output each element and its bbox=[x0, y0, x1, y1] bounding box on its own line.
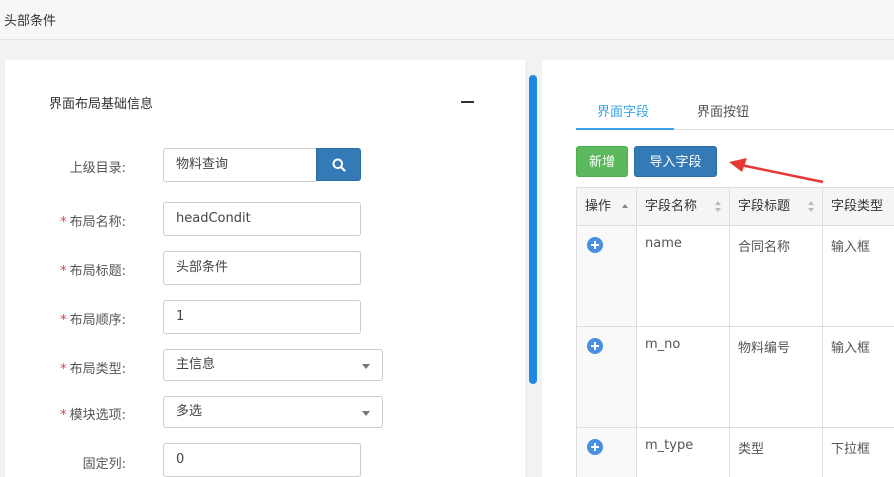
cell-field-type: 输入框 bbox=[823, 327, 894, 428]
fixed-cols-field[interactable]: 0 bbox=[163, 443, 361, 477]
cell-field-name: name bbox=[637, 226, 730, 327]
column-header-field-title[interactable]: 字段标题 bbox=[730, 188, 823, 226]
cell-field-type: 下拉框 bbox=[823, 428, 894, 477]
cell-field-type: 输入框 bbox=[823, 226, 894, 327]
search-button[interactable] bbox=[316, 148, 361, 181]
column-header-action[interactable]: 操作 bbox=[577, 188, 637, 226]
layout-name-label: * 布局名称: bbox=[60, 215, 126, 230]
cell-field-title: 合同名称 bbox=[730, 226, 823, 327]
collapse-icon[interactable] bbox=[461, 101, 474, 103]
scrollbar[interactable] bbox=[529, 75, 537, 384]
expand-plus-icon[interactable] bbox=[587, 338, 603, 354]
fixed-cols-label: 固定列: bbox=[82, 457, 126, 472]
expand-plus-icon[interactable] bbox=[587, 439, 603, 455]
cell-field-title: 类型 bbox=[730, 428, 823, 477]
import-fields-button[interactable]: 导入字段 bbox=[634, 146, 717, 177]
annotation-arrow-icon bbox=[729, 158, 824, 184]
cell-field-title: 物料编号 bbox=[730, 327, 823, 428]
top-bar: 头部条件 bbox=[0, 0, 894, 40]
tab-fields[interactable]: 界面字段 bbox=[597, 101, 649, 120]
column-header-field-type[interactable]: 字段类型 bbox=[823, 188, 894, 226]
column-header-field-name[interactable]: 字段名称 bbox=[637, 188, 730, 226]
parent-dir-label: 上级目录: bbox=[69, 161, 126, 176]
fields-table: 操作 字段名称 字段标题 字段类型 name 合同名称 输入框 m_no 物料编… bbox=[576, 187, 894, 477]
layout-order-field[interactable]: 1 bbox=[163, 300, 361, 334]
tab-buttons[interactable]: 界面按钮 bbox=[697, 101, 749, 120]
chevron-down-icon bbox=[362, 364, 370, 369]
sort-icon bbox=[715, 201, 721, 213]
parent-dir-field[interactable]: 物料查询 bbox=[163, 148, 317, 182]
layout-order-label: * 布局顺序: bbox=[60, 313, 126, 328]
sort-icon bbox=[808, 201, 814, 213]
layout-type-label: * 布局类型: bbox=[60, 362, 126, 377]
module-option-select[interactable]: 多选 bbox=[163, 396, 383, 428]
sort-icon bbox=[622, 201, 628, 213]
cell-field-name: m_type bbox=[637, 428, 730, 477]
expand-plus-icon[interactable] bbox=[587, 237, 603, 253]
layout-name-field[interactable]: headCondit bbox=[163, 202, 361, 236]
search-icon bbox=[332, 158, 346, 172]
layout-title-label: * 布局标题: bbox=[60, 264, 126, 279]
add-button[interactable]: 新增 bbox=[576, 146, 628, 177]
module-option-label: * 模块选项: bbox=[60, 408, 126, 423]
layout-type-select[interactable]: 主信息 bbox=[163, 349, 383, 381]
panel-title: 界面布局基础信息 bbox=[49, 97, 154, 112]
cell-field-name: m_no bbox=[637, 327, 730, 428]
table-row bbox=[577, 226, 637, 327]
table-row bbox=[577, 428, 637, 477]
table-row bbox=[577, 327, 637, 428]
chevron-down-icon bbox=[362, 411, 370, 416]
layout-title-field[interactable]: 头部条件 bbox=[163, 251, 361, 285]
active-tab-indicator bbox=[576, 128, 674, 130]
page-title: 头部条件 bbox=[4, 14, 57, 29]
